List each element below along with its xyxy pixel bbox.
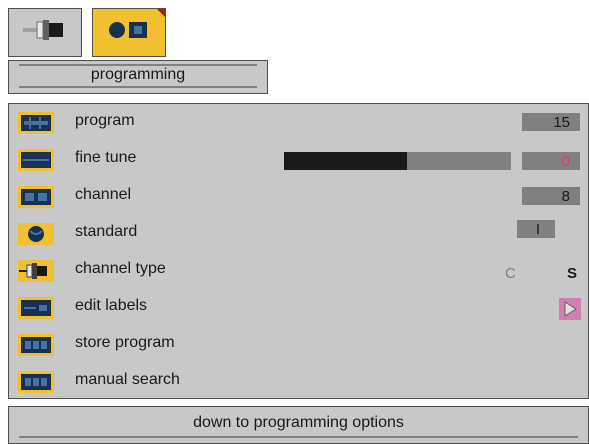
title-bottom-rule [19, 86, 257, 88]
manual-search-icon [18, 371, 54, 393]
tab-tv[interactable] [92, 8, 166, 57]
standard-icon [18, 223, 54, 245]
menu-title-bar: programming [8, 60, 268, 94]
right-arrow-icon[interactable] [559, 298, 581, 320]
channel-type-option-s[interactable]: S [567, 265, 577, 282]
fine-tune-slider[interactable] [284, 152, 511, 170]
footer-bottom-rule [19, 436, 578, 438]
channel-type-icon [18, 260, 54, 282]
program-value: 15 [522, 113, 580, 131]
fine-tune-icon [18, 149, 54, 171]
edit-labels-icon [18, 297, 54, 319]
menu-item-store-program[interactable]: store program [9, 326, 588, 363]
menu-item-standard[interactable]: standard I [9, 215, 588, 252]
fine-tune-label: fine tune [75, 149, 137, 166]
standard-value: I [517, 220, 555, 238]
edit-labels-label: edit labels [75, 297, 148, 314]
store-program-label: store program [75, 334, 175, 351]
footer-hint: down to programming options [193, 414, 404, 431]
footer-hint-bar[interactable]: down to programming options [8, 406, 589, 444]
menu-item-manual-search[interactable]: manual search [9, 363, 588, 400]
tab-corner-marker [157, 9, 165, 17]
scart-connector-icon [23, 18, 67, 47]
fine-tune-slider-fill [284, 152, 407, 170]
menu-title: programming [90, 66, 186, 83]
tab-connection[interactable] [8, 8, 82, 57]
channel-icon [18, 186, 54, 208]
channel-type-option-c[interactable]: C [505, 265, 516, 282]
manual-search-label: manual search [75, 371, 180, 388]
menu-item-edit-labels[interactable]: edit labels [9, 289, 588, 326]
channel-label: channel [75, 186, 132, 203]
channel-value: 8 [522, 187, 580, 205]
menu-item-channel-type[interactable]: channel type C S [9, 252, 588, 289]
program-icon [18, 112, 54, 134]
program-label: program [75, 112, 135, 129]
programming-menu: program 15 fine tune 0 channel 8 standar… [8, 103, 589, 399]
menu-item-fine-tune[interactable]: fine tune 0 [9, 141, 588, 178]
tv-set-icon [107, 18, 151, 47]
channel-type-label: channel type [75, 260, 166, 277]
store-program-icon [18, 334, 54, 356]
menu-item-program[interactable]: program 15 [9, 104, 588, 141]
fine-tune-value: 0 [522, 152, 580, 170]
menu-item-channel[interactable]: channel 8 [9, 178, 588, 215]
standard-label: standard [75, 223, 138, 240]
